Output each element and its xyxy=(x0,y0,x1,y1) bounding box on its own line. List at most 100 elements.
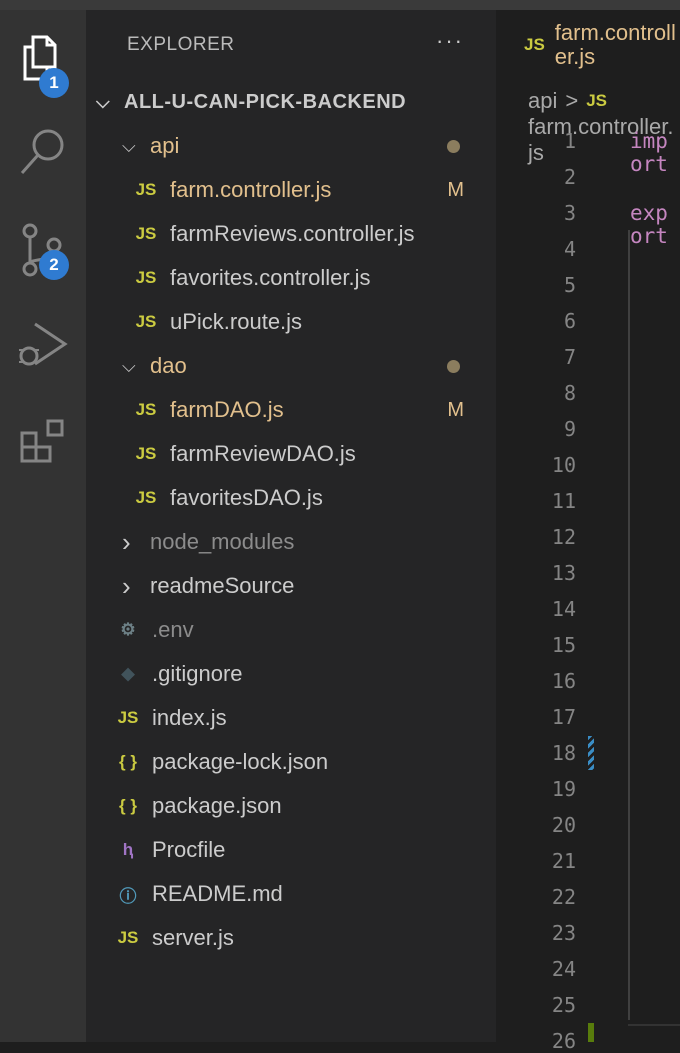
item-label: package-lock.json xyxy=(152,749,329,774)
item-label: uPick.route.js xyxy=(170,309,303,334)
line-number: 8 xyxy=(563,381,576,405)
item-label: favorites.controller.js xyxy=(170,265,371,290)
item-label: index.js xyxy=(152,705,227,730)
file-item[interactable]: { } package.json xyxy=(86,784,496,828)
file-item[interactable]: ⱨ Procfile xyxy=(86,828,496,872)
git-file-icon: ◆ xyxy=(121,664,135,683)
json-file-icon: { } xyxy=(119,752,137,771)
file-item[interactable]: { } package-lock.json xyxy=(86,740,496,784)
modified-badge: M xyxy=(447,178,464,201)
indent-guide xyxy=(628,230,630,1020)
chevron-down-icon: ⌵ xyxy=(122,355,136,376)
tab-label: farm.controller.js xyxy=(554,19,676,69)
item-label: .gitignore xyxy=(152,661,243,686)
workspace-root[interactable]: ⌵ ALL-U-CAN-PICK-BACKEND xyxy=(86,80,496,124)
item-label: farmReviews.controller.js xyxy=(170,221,415,246)
file-item[interactable]: JS index.js xyxy=(86,696,496,740)
file-item[interactable]: JS farmReviewDAO.js xyxy=(86,432,496,476)
heroku-file-icon: ⱨ xyxy=(122,840,134,859)
item-label: README.md xyxy=(152,881,283,906)
js-file-icon: JS xyxy=(135,180,157,199)
js-file-icon: JS xyxy=(135,488,157,507)
editor-tab[interactable]: JS farm.controller.js xyxy=(496,10,680,80)
search-activity-button[interactable] xyxy=(0,112,86,192)
file-item[interactable]: JS farmDAO.js M xyxy=(86,388,496,432)
folder-item[interactable]: › readmeSource xyxy=(86,564,496,608)
line-number: 7 xyxy=(563,345,576,369)
line-number: 5 xyxy=(563,273,576,297)
workspace-name: ALL-U-CAN-PICK-BACKEND xyxy=(124,90,407,113)
run-debug-activity-button[interactable] xyxy=(0,305,86,385)
extensions-activity-button[interactable] xyxy=(0,402,86,482)
code-line-1[interactable]: import xyxy=(630,129,678,176)
folder-item[interactable]: ⌵ dao xyxy=(86,344,496,388)
line-number: 26 xyxy=(551,1029,576,1053)
chevron-down-icon: ⌵ xyxy=(96,91,111,112)
item-label: farm.controller.js xyxy=(170,177,332,202)
modified-dot-icon xyxy=(447,359,460,373)
js-file-icon: JS xyxy=(135,400,157,419)
file-item[interactable]: JS favorites.controller.js xyxy=(86,256,496,300)
line-number: 24 xyxy=(551,957,576,981)
line-number: 2 xyxy=(563,165,576,189)
item-label: package.json xyxy=(152,793,282,818)
line-number: 20 xyxy=(551,813,576,837)
line-number: 22 xyxy=(551,885,576,909)
file-item[interactable]: JS farm.controller.js M xyxy=(86,168,496,212)
js-file-icon: JS xyxy=(135,268,157,287)
explorer-title: EXPLORER xyxy=(127,34,235,55)
more-actions-icon[interactable]: ··· xyxy=(436,28,464,54)
source-control-activity-button[interactable]: 2 xyxy=(0,210,86,290)
explorer-activity-button[interactable]: 1 xyxy=(0,18,86,98)
item-label: farmReviewDAO.js xyxy=(170,441,356,466)
run-debug-icon xyxy=(19,322,68,366)
file-item[interactable]: ⚙ .env xyxy=(86,608,496,652)
line-number: 15 xyxy=(551,633,576,657)
js-file-icon: JS xyxy=(135,444,157,463)
line-number: 17 xyxy=(551,705,576,729)
file-item[interactable]: ⓘ README.md xyxy=(86,872,496,916)
line-number: 6 xyxy=(563,309,576,333)
item-label: node_modules xyxy=(150,529,295,554)
js-file-icon: JS xyxy=(117,928,139,947)
line-number: 4 xyxy=(563,237,576,261)
explorer-sidebar: EXPLORER ··· ⌵ ALL-U-CAN-PICK-BACKEND ⌵ a… xyxy=(86,10,496,1042)
folder-item[interactable]: ⌵ api xyxy=(86,124,496,168)
file-item[interactable]: JS favoritesDAO.js xyxy=(86,476,496,520)
line-number: 11 xyxy=(551,489,576,513)
chevron-right-icon: > xyxy=(565,88,579,113)
file-item[interactable]: ◆ .gitignore xyxy=(86,652,496,696)
line-number: 12 xyxy=(551,525,576,549)
chevron-down-icon: ⌵ xyxy=(122,135,136,156)
file-item[interactable]: JS server.js xyxy=(86,916,496,960)
line-number: 3 xyxy=(563,201,576,225)
line-number: 21 xyxy=(551,849,576,873)
search-icon xyxy=(20,129,64,174)
modified-dot-icon xyxy=(447,139,460,153)
item-label: readmeSource xyxy=(150,573,295,598)
line-number: 1 xyxy=(563,129,576,153)
file-item[interactable]: JS uPick.route.js xyxy=(86,300,496,344)
item-label: .env xyxy=(152,617,194,642)
gutter-added-marker xyxy=(588,1023,594,1042)
scm-badge: 2 xyxy=(39,250,69,280)
item-label: server.js xyxy=(152,925,234,950)
item-label: farmDAO.js xyxy=(170,397,284,422)
chevron-right-icon: › xyxy=(122,526,131,557)
editor-area: JS farm.controller.js api > JS farm.cont… xyxy=(496,10,680,1053)
js-file-icon: JS xyxy=(135,224,157,243)
explorer-badge: 1 xyxy=(39,68,69,98)
item-label: api xyxy=(150,133,180,158)
item-label: favoritesDAO.js xyxy=(170,485,323,510)
line-number: 16 xyxy=(551,669,576,693)
line-number: 14 xyxy=(551,597,576,621)
file-item[interactable]: JS farmReviews.controller.js xyxy=(86,212,496,256)
info-file-icon: ⓘ xyxy=(119,886,137,906)
modified-badge: M xyxy=(447,398,464,421)
line-number: 13 xyxy=(551,561,576,585)
folder-item[interactable]: › node_modules xyxy=(86,520,496,564)
breadcrumb-folder[interactable]: api xyxy=(528,88,557,114)
line-number: 18 xyxy=(551,741,576,765)
js-file-icon: JS xyxy=(117,708,139,727)
code-line-3[interactable]: export xyxy=(630,201,678,248)
